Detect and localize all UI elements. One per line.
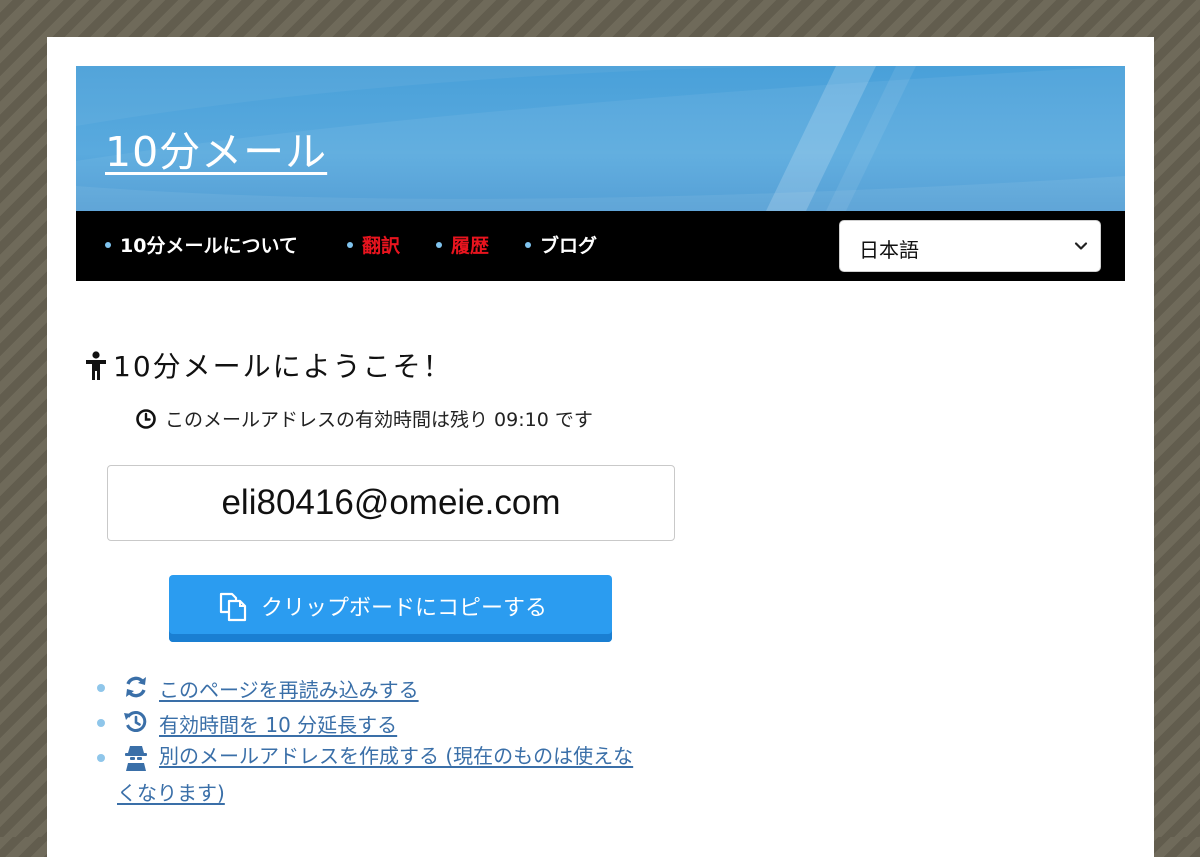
nav-bar: 10分メールについて 翻訳 履歴 ブログ 日本語 xyxy=(76,211,1125,281)
nav-item-label: 履歴 xyxy=(451,235,490,257)
bullet-icon xyxy=(97,754,105,762)
nav-item-history[interactable]: 履歴 xyxy=(436,233,489,259)
timer-text: このメールアドレスの有効時間は残り 09:10 です xyxy=(165,409,593,431)
bullet-icon xyxy=(525,241,531,248)
bullet-icon xyxy=(97,719,105,727)
language-select[interactable]: 日本語 xyxy=(839,220,1101,272)
page-container: 10分メール 10分メールについて 翻訳 履歴 ブログ 日本語 10分メールによ… xyxy=(47,37,1154,857)
refresh-icon xyxy=(126,676,146,698)
chevron-down-icon xyxy=(1074,242,1088,250)
list-item: このページを再読み込みする xyxy=(97,672,737,707)
action-links-list: このページを再読み込みする 有効時間を 10 分延長する 別のメールアドレスを作… xyxy=(97,672,737,812)
nav-item-translate[interactable]: 翻訳 xyxy=(347,233,400,259)
nav-item-blog[interactable]: ブログ xyxy=(525,233,597,259)
clock-icon xyxy=(136,408,156,429)
nav-item-about[interactable]: 10分メールについて xyxy=(105,233,298,259)
link-text-line2: くなります) xyxy=(117,781,225,805)
bullet-icon xyxy=(105,241,111,248)
header-banner: 10分メール xyxy=(76,66,1125,211)
nav-item-label: ブログ xyxy=(540,235,598,257)
extend-time-link[interactable]: 有効時間を 10 分延長する xyxy=(159,709,397,738)
list-item: 有効時間を 10 分延長する xyxy=(97,707,737,742)
welcome-heading: 10分メールにようこそ！ xyxy=(85,345,453,385)
email-address-field[interactable]: eli80416@omeie.com xyxy=(107,465,675,541)
link-text-line1: 別のメールアドレスを作成する (現在のものは使えな xyxy=(159,744,634,768)
list-item: 別のメールアドレスを作成する (現在のものは使えなくなります) xyxy=(97,742,737,812)
bullet-icon xyxy=(347,241,353,248)
bullet-icon xyxy=(97,684,105,692)
copy-to-clipboard-button[interactable]: クリップボードにコピーする xyxy=(169,575,612,642)
reload-page-link[interactable]: このページを再読み込みする xyxy=(159,674,419,703)
nav-item-label: 10分メールについて xyxy=(120,235,298,257)
bullet-icon xyxy=(436,241,442,248)
spy-icon xyxy=(125,746,147,771)
copy-button-label: クリップボードにコピーする xyxy=(261,596,548,621)
history-icon xyxy=(124,711,147,732)
language-select-value: 日本語 xyxy=(859,238,919,262)
copy-icon xyxy=(219,592,247,622)
create-new-address-link[interactable]: 別のメールアドレスを作成する (現在のものは使えなくなります) xyxy=(117,738,719,812)
welcome-title-text: 10分メールにようこそ！ xyxy=(113,350,453,383)
timer-status: このメールアドレスの有効時間は残り 09:10 です xyxy=(135,405,593,432)
site-title-link[interactable]: 10分メール xyxy=(105,118,327,178)
person-icon xyxy=(86,351,106,380)
nav-item-label: 翻訳 xyxy=(362,235,401,257)
